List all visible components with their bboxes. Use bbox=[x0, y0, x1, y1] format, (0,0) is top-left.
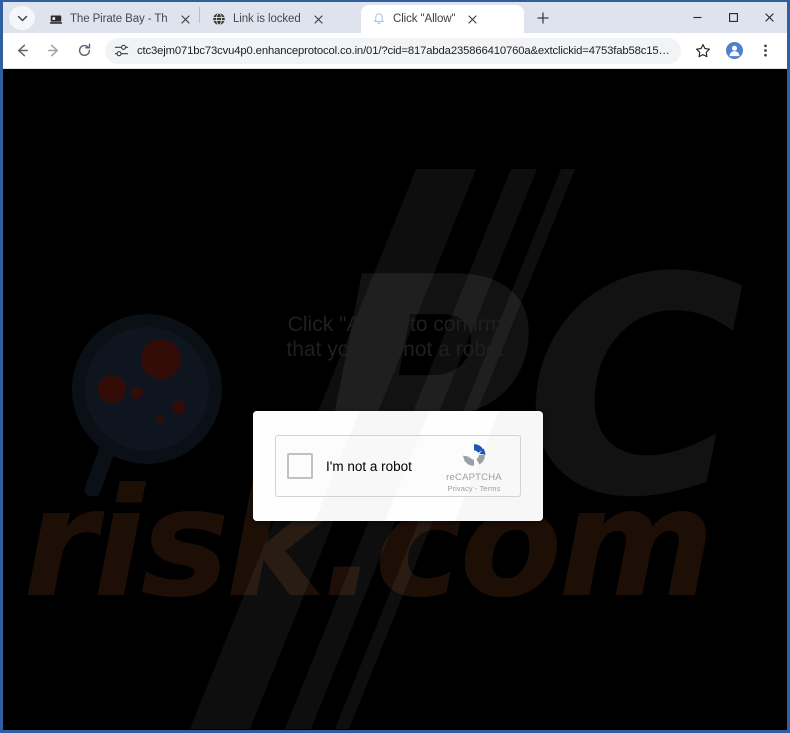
tab-title: Link is locked bbox=[233, 13, 301, 25]
address-bar[interactable]: ctc3ejm071bc73cvu4p0.enhanceprotocol.co.… bbox=[105, 37, 681, 64]
browser-tab-link-is-locked[interactable]: Link is locked bbox=[201, 5, 361, 33]
tab-close-button[interactable] bbox=[177, 11, 194, 28]
plus-icon bbox=[537, 12, 549, 24]
captcha-panel: I'm not a robot reCAPTCHA Privacy - Term… bbox=[253, 411, 543, 521]
url-text: ctc3ejm071bc73cvu4p0.enhanceprotocol.co.… bbox=[137, 44, 671, 57]
avatar-icon bbox=[728, 45, 740, 57]
new-tab-button[interactable] bbox=[530, 5, 556, 31]
chevron-down-icon bbox=[17, 15, 27, 21]
tune-settings-icon[interactable] bbox=[114, 43, 129, 58]
page-viewport: PC risk.com Click "Allow" to confirm tha… bbox=[3, 69, 787, 730]
browser-menu-button[interactable] bbox=[750, 36, 780, 66]
ship-icon bbox=[48, 12, 63, 27]
tab-separator bbox=[199, 7, 200, 23]
tab-close-button[interactable] bbox=[464, 11, 481, 28]
star-icon bbox=[696, 43, 710, 57]
arrow-left-icon bbox=[17, 44, 28, 57]
browser-window: The Pirate Bay - The galaxy's m Link is … bbox=[0, 0, 790, 733]
reload-button[interactable] bbox=[69, 36, 99, 66]
avatar bbox=[725, 42, 743, 59]
back-button[interactable] bbox=[7, 36, 37, 66]
browser-tab-click-allow[interactable]: Click "Allow" bbox=[361, 5, 524, 33]
tab-strip: The Pirate Bay - The galaxy's m Link is … bbox=[3, 2, 787, 33]
browser-tab-pirate-bay[interactable]: The Pirate Bay - The galaxy's m bbox=[38, 5, 198, 33]
recaptcha-widget[interactable]: I'm not a robot reCAPTCHA Privacy - Term… bbox=[275, 435, 521, 497]
tab-close-button[interactable] bbox=[310, 11, 327, 28]
recaptcha-brand-name: reCAPTCHA bbox=[446, 472, 502, 483]
recaptcha-label: I'm not a robot bbox=[326, 458, 412, 474]
window-close-button[interactable] bbox=[751, 2, 787, 32]
profile-button[interactable] bbox=[719, 36, 749, 66]
arrow-right-icon bbox=[47, 44, 58, 57]
browser-toolbar: ctc3ejm071bc73cvu4p0.enhanceprotocol.co.… bbox=[3, 33, 787, 69]
recaptcha-brand: reCAPTCHA Privacy - Terms bbox=[438, 439, 510, 493]
recaptcha-logo-icon bbox=[462, 444, 486, 466]
close-icon bbox=[764, 12, 774, 22]
tab-search-button[interactable] bbox=[9, 6, 35, 30]
page-headline: Click "Allow" to confirm that you are no… bbox=[286, 313, 504, 361]
bookmark-button[interactable] bbox=[688, 36, 718, 66]
minimize-icon bbox=[693, 16, 701, 18]
recaptcha-checkbox[interactable] bbox=[287, 453, 313, 479]
window-minimize-button[interactable] bbox=[679, 2, 715, 32]
window-controls bbox=[679, 2, 787, 33]
tab-title: The Pirate Bay - The galaxy's m bbox=[70, 13, 168, 25]
tab-title: Click "Allow" bbox=[393, 13, 456, 25]
globe-icon bbox=[211, 12, 226, 27]
recaptcha-privacy-terms-links[interactable]: Privacy - Terms bbox=[447, 484, 500, 493]
maximize-icon bbox=[728, 12, 738, 22]
bell-icon bbox=[371, 12, 386, 27]
window-maximize-button[interactable] bbox=[715, 2, 751, 32]
reload-icon bbox=[78, 43, 90, 57]
three-dot-menu-icon bbox=[763, 44, 767, 57]
forward-button[interactable] bbox=[38, 36, 68, 66]
